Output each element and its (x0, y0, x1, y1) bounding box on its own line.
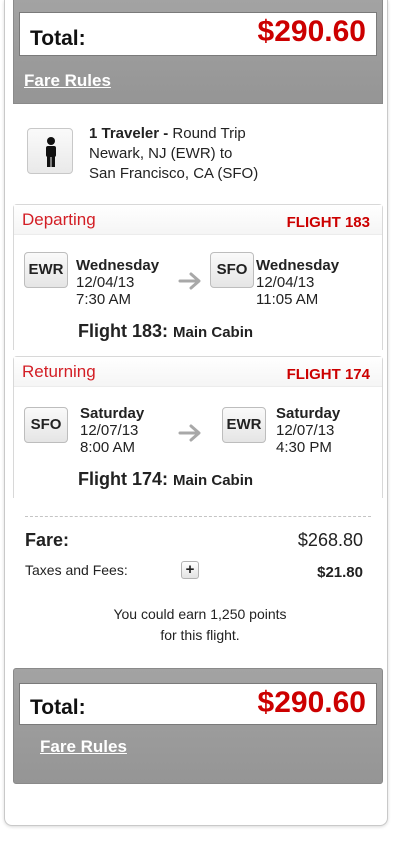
departing-from-time: 7:30 AM (76, 291, 132, 308)
departing-flight-label: Flight 183: (78, 321, 169, 341)
departing-to-time: 11:05 AM (256, 291, 319, 308)
returning-to-day: Saturday (276, 405, 341, 422)
pricing-divider (25, 516, 371, 517)
returning-to-time: 4:30 PM (276, 439, 332, 456)
points-line-1: You could earn 1,250 points (113, 606, 287, 622)
total-box: Total: $290.60 (19, 12, 377, 56)
expand-taxes-button[interactable]: + (181, 561, 199, 579)
departing-header: Departing FLIGHT 183 (14, 205, 382, 235)
total-label: Total: (30, 27, 86, 50)
departing-flight-tag: FLIGHT 183 (286, 214, 370, 231)
total-price: $290.60 (257, 15, 366, 48)
returning-to-code: EWR (222, 407, 266, 443)
trip-type: Round Trip (172, 125, 246, 142)
departing-from-day: Wednesday (76, 257, 160, 274)
traveler-count: 1 Traveler - (89, 125, 169, 142)
returning-from-date: 12/07/13 (80, 422, 139, 439)
departing-to-code: SFO (210, 252, 254, 288)
taxes-label: Taxes and Fees: (25, 562, 128, 578)
total-box: Total: $290.60 (19, 683, 377, 725)
total-summary-bottom: Total: $290.60 Fare Rules (13, 668, 383, 784)
total-summary-top: Total: $290.60 Fare Rules (13, 0, 383, 104)
departing-to-details: Wednesday 12/04/13 11:05 AM (256, 257, 339, 308)
returning-cabin: Main Cabin (173, 472, 254, 489)
departing-to-date: 12/04/13 (256, 274, 315, 291)
destination-text: San Francisco, CA (SFO) (89, 165, 259, 182)
departing-from-code: EWR (24, 252, 68, 288)
fare-rules-link[interactable]: Fare Rules (24, 71, 111, 91)
returning-from-time: 8:00 AM (80, 439, 136, 456)
returning-from-details: Saturday 12/07/13 8:00 AM (80, 405, 144, 456)
returning-title: Returning (22, 362, 96, 381)
itinerary-summary-panel: Total: $290.60 Fare Rules 1 Traveler - R… (4, 0, 388, 826)
traveler-summary: 1 Traveler - Round Trip Newark, NJ (EWR)… (89, 124, 258, 184)
total-label: Total: (30, 696, 86, 719)
returning-flight-label: Flight 174: (78, 469, 169, 489)
returning-from-code: SFO (24, 407, 68, 443)
departing-cabin: Main Cabin (173, 324, 254, 341)
arrow-right-icon (178, 424, 201, 442)
returning-to-date: 12/07/13 (276, 422, 335, 439)
returning-from-day: Saturday (80, 405, 145, 422)
departing-leg: Departing FLIGHT 183 EWR Wednesday 12/04… (13, 204, 383, 350)
returning-header: Returning FLIGHT 174 (14, 357, 382, 387)
fare-rules-link[interactable]: Fare Rules (40, 737, 127, 757)
returning-to-details: Saturday 12/07/13 4:30 PM (276, 405, 340, 456)
departing-from-details: Wednesday 12/04/13 7:30 AM (76, 257, 159, 308)
returning-flight-line: Flight 174: Main Cabin (78, 469, 253, 490)
taxes-value: $21.80 (317, 564, 363, 581)
origin-text: Newark, NJ (EWR) to (89, 145, 233, 162)
departing-from-date: 12/04/13 (76, 274, 135, 291)
returning-flight-tag: FLIGHT 174 (286, 366, 370, 383)
points-line-2: for this flight. (160, 627, 240, 643)
departing-to-day: Wednesday (256, 257, 340, 274)
returning-leg: Returning FLIGHT 174 SFO Saturday 12/07/… (13, 356, 383, 498)
points-message: You could earn 1,250 points for this fli… (15, 604, 385, 646)
departing-title: Departing (22, 210, 96, 229)
total-price: $290.60 (257, 686, 366, 719)
traveler-icon (27, 128, 73, 174)
fare-value: $268.80 (297, 530, 363, 550)
departing-flight-line: Flight 183: Main Cabin (78, 321, 253, 342)
arrow-right-icon (178, 272, 201, 290)
fare-label: Fare: (25, 530, 70, 550)
